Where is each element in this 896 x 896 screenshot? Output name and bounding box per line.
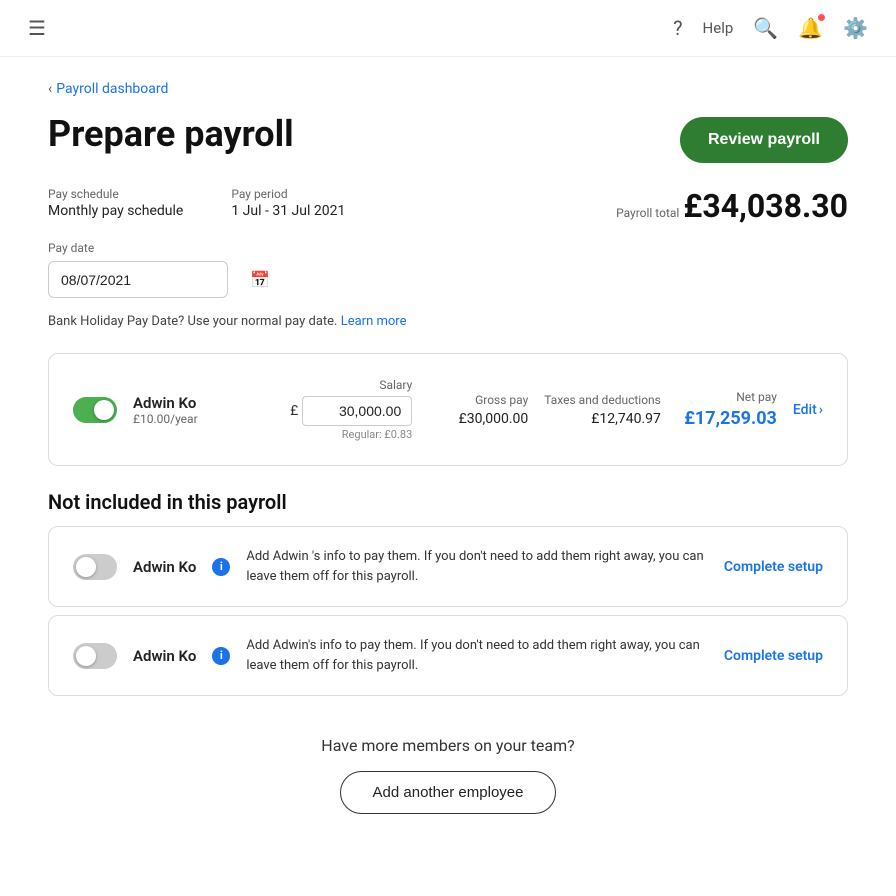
employee-row: Adwin Ko £10.00/year Salary £ Regular: £… bbox=[73, 378, 823, 441]
taxes-block: Taxes and deductions £12,740.97 bbox=[544, 393, 661, 427]
employee-name-block: Adwin Ko £10.00/year bbox=[133, 394, 253, 426]
not-included-text-2: Add Adwin's info to pay them. If you don… bbox=[246, 636, 708, 675]
included-employee-card: Adwin Ko £10.00/year Salary £ Regular: £… bbox=[48, 353, 848, 466]
employee-rate: £10.00/year bbox=[133, 412, 253, 426]
pay-date-input[interactable] bbox=[61, 272, 242, 288]
gross-pay-block: Gross pay £30,000.00 bbox=[428, 393, 528, 427]
breadcrumb: ‹ Payroll dashboard bbox=[48, 81, 848, 97]
bank-holiday-text: Bank Holiday Pay Date? Use your normal p… bbox=[48, 314, 337, 329]
payroll-total-block: Payroll total £34,038.30 bbox=[616, 187, 848, 225]
not-included-row-1: Adwin Ko i Add Adwin 's info to pay them… bbox=[49, 527, 847, 606]
review-payroll-button[interactable]: Review payroll bbox=[680, 117, 848, 163]
gross-pay-value: £30,000.00 bbox=[459, 411, 529, 427]
notification-dot bbox=[817, 13, 826, 22]
toggle-thumb-on bbox=[94, 400, 114, 420]
pay-period-block: Pay period 1 Jul - 31 Jul 2021 bbox=[231, 187, 345, 219]
salary-block: Salary £ Regular: £0.83 bbox=[269, 378, 412, 441]
taxes-value: £12,740.97 bbox=[591, 411, 661, 427]
salary-input[interactable] bbox=[302, 396, 412, 426]
not-included-row-2: Adwin Ko i Add Adwin's info to pay them.… bbox=[49, 616, 847, 695]
learn-more-link[interactable]: Learn more bbox=[341, 314, 407, 329]
edit-chevron-icon: › bbox=[819, 402, 823, 418]
toggle-thumb-off-2 bbox=[76, 646, 96, 666]
employee-name: Adwin Ko bbox=[133, 394, 253, 412]
page-title: Prepare payroll bbox=[48, 113, 294, 156]
complete-setup-link-1[interactable]: Complete setup bbox=[724, 559, 823, 575]
salary-input-row: £ bbox=[290, 396, 412, 426]
employee-toggle-off-1[interactable] bbox=[73, 554, 117, 580]
not-included-card-1: Adwin Ko i Add Adwin 's info to pay them… bbox=[48, 526, 848, 607]
search-icon[interactable]: 🔍 bbox=[753, 16, 778, 40]
pay-date-section: Pay date 📅 bbox=[48, 241, 848, 298]
not-included-text-1: Add Adwin 's info to pay them. If you do… bbox=[246, 547, 708, 586]
help-icon[interactable]: ? bbox=[673, 16, 682, 40]
not-included-name-2: Adwin Ko bbox=[133, 647, 196, 665]
settings-icon[interactable]: ⚙️ bbox=[843, 16, 868, 40]
pay-date-label: Pay date bbox=[48, 241, 848, 255]
pay-period-label: Pay period bbox=[231, 187, 345, 201]
main-content: ‹ Payroll dashboard Prepare payroll Revi… bbox=[0, 57, 896, 878]
net-pay-label: Net pay bbox=[736, 390, 777, 404]
breadcrumb-link[interactable]: Payroll dashboard bbox=[56, 81, 168, 97]
pay-schedule-block: Pay schedule Monthly pay schedule bbox=[48, 187, 183, 219]
toggle-thumb-off-1 bbox=[76, 557, 96, 577]
edit-label: Edit bbox=[793, 402, 817, 418]
edit-link[interactable]: Edit › bbox=[793, 402, 823, 418]
nav-right: ? Help 🔍 🔔 ⚙️ bbox=[673, 16, 868, 40]
pay-info-row: Pay schedule Monthly pay schedule Pay pe… bbox=[48, 187, 848, 225]
pay-period-value: 1 Jul - 31 Jul 2021 bbox=[231, 203, 345, 219]
top-nav: ☰ ? Help 🔍 🔔 ⚙️ bbox=[0, 0, 896, 57]
pay-schedule-value: Monthly pay schedule bbox=[48, 203, 183, 219]
not-included-name-1: Adwin Ko bbox=[133, 558, 196, 576]
calendar-icon[interactable]: 📅 bbox=[250, 270, 270, 289]
notification-wrapper[interactable]: 🔔 bbox=[798, 16, 823, 40]
gross-pay-label: Gross pay bbox=[475, 393, 528, 407]
page-header: Prepare payroll Review payroll bbox=[48, 113, 848, 163]
net-pay-value: £17,259.03 bbox=[684, 408, 777, 429]
hamburger-icon[interactable]: ☰ bbox=[28, 16, 46, 40]
employee-toggle-off-2[interactable] bbox=[73, 643, 117, 669]
payroll-total-label: Payroll total bbox=[616, 206, 679, 220]
net-pay-block: Net pay £17,259.03 bbox=[677, 390, 777, 429]
salary-label: Salary bbox=[379, 378, 412, 392]
complete-setup-link-2[interactable]: Complete setup bbox=[724, 648, 823, 664]
taxes-label: Taxes and deductions bbox=[544, 393, 661, 407]
bank-holiday-note: Bank Holiday Pay Date? Use your normal p… bbox=[48, 314, 848, 329]
payroll-total-value: £34,038.30 bbox=[683, 187, 848, 225]
currency-symbol: £ bbox=[290, 403, 298, 419]
bottom-section: Have more members on your team? Add anot… bbox=[48, 704, 848, 830]
employee-toggle-on[interactable] bbox=[73, 397, 117, 423]
breadcrumb-chevron: ‹ bbox=[48, 81, 52, 97]
nav-left: ☰ bbox=[28, 16, 46, 40]
add-employee-button[interactable]: Add another employee bbox=[340, 771, 557, 814]
pay-date-input-wrapper: 📅 bbox=[48, 261, 228, 298]
bottom-question: Have more members on your team? bbox=[48, 736, 848, 755]
pay-schedule-label: Pay schedule bbox=[48, 187, 183, 201]
help-label[interactable]: Help bbox=[703, 19, 734, 37]
not-included-title: Not included in this payroll bbox=[48, 490, 848, 514]
regular-text: Regular: £0.83 bbox=[342, 428, 412, 441]
not-included-card-2: Adwin Ko i Add Adwin's info to pay them.… bbox=[48, 615, 848, 696]
info-icon-2: i bbox=[212, 647, 230, 665]
info-icon-1: i bbox=[212, 558, 230, 576]
